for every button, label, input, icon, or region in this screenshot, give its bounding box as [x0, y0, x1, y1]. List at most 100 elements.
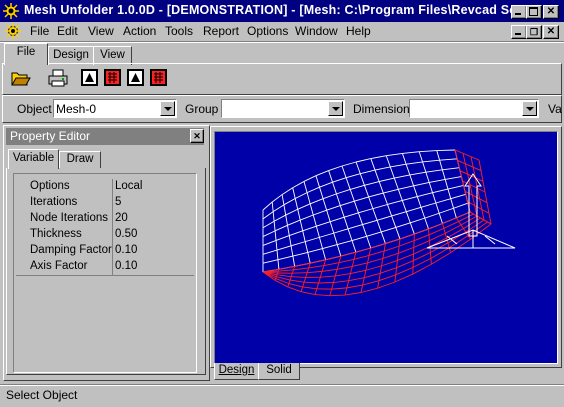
- menu-tools[interactable]: Tools: [165, 24, 193, 38]
- chevron-down-icon[interactable]: [522, 101, 537, 116]
- mesh-line: [351, 259, 355, 267]
- property-row[interactable]: Thickness 0.50: [16, 227, 194, 243]
- menu-window[interactable]: Window: [295, 24, 338, 38]
- mesh-line: [391, 211, 407, 217]
- menu-edit[interactable]: Edit: [57, 24, 78, 38]
- mesh-view-button-2[interactable]: [125, 68, 147, 89]
- mesh-line: [368, 196, 374, 209]
- property-name: Axis Factor: [30, 260, 88, 272]
- property-editor-header: Property Editor ✕: [6, 128, 204, 145]
- mesh-line: [386, 152, 403, 157]
- property-value[interactable]: 0.50: [115, 228, 137, 240]
- property-row[interactable]: Options Local: [16, 179, 194, 195]
- mesh-line: [319, 271, 323, 278]
- mesh-line: [454, 149, 480, 161]
- tab-bottom-solid[interactable]: Solid: [258, 363, 300, 380]
- mesh-line: [380, 267, 397, 274]
- mesh-line: [345, 173, 361, 179]
- mesh-line: [420, 202, 436, 208]
- mesh-line: [322, 268, 338, 272]
- print-button[interactable]: [47, 68, 69, 89]
- mesh-line: [275, 235, 290, 241]
- tab-draw[interactable]: Draw: [59, 151, 101, 168]
- red-mesh-button-2[interactable]: [148, 68, 170, 89]
- property-row[interactable]: Axis Factor 0.10: [16, 259, 194, 275]
- mesh-line: [262, 220, 275, 229]
- open-button[interactable]: [10, 68, 32, 89]
- mdi-minimize-button[interactable]: [511, 25, 527, 39]
- property-row[interactable]: Iterations 5: [16, 195, 194, 211]
- dimension-select[interactable]: [409, 99, 539, 118]
- maximize-button[interactable]: [526, 5, 542, 19]
- property-value[interactable]: 0.10: [115, 244, 137, 256]
- mesh-line: [294, 192, 308, 199]
- menu-options[interactable]: Options: [247, 24, 288, 38]
- mdi-restore-button[interactable]: ❐: [526, 25, 542, 39]
- property-editor-close-button[interactable]: ✕: [190, 129, 204, 143]
- close-icon: ✕: [546, 26, 556, 37]
- object-select[interactable]: Mesh-0: [53, 99, 177, 118]
- property-row[interactable]: Node Iterations 20: [16, 211, 194, 227]
- mesh-line: [448, 247, 452, 253]
- tab-file[interactable]: File: [4, 43, 48, 65]
- chevron-down-icon[interactable]: [160, 101, 175, 116]
- menu-action[interactable]: Action: [123, 24, 156, 38]
- mesh-line: [431, 252, 451, 265]
- mesh-line: [283, 198, 296, 206]
- mesh-line: [335, 273, 351, 277]
- property-value[interactable]: Local: [115, 180, 143, 192]
- mesh-line: [430, 247, 450, 259]
- menu-file[interactable]: File: [30, 24, 49, 38]
- mesh-line: [340, 200, 355, 206]
- document-icon[interactable]: [5, 23, 21, 39]
- property-row[interactable]: Damping Factor 0.10: [16, 243, 194, 259]
- title-bar[interactable]: Mesh Unfolder 1.0.0D - [DEMONSTRATION] -…: [0, 0, 564, 22]
- mesh-line: [414, 228, 429, 235]
- mesh-line: [384, 245, 400, 252]
- mesh-line: [360, 284, 364, 293]
- mesh-line: [318, 237, 323, 249]
- mesh-line: [333, 232, 338, 245]
- mesh-line: [290, 245, 294, 257]
- menu-view[interactable]: View: [88, 24, 114, 38]
- chevron-down-icon[interactable]: [328, 101, 343, 116]
- mesh-line: [362, 280, 380, 286]
- mesh-line: [294, 198, 299, 210]
- mesh-line: [276, 274, 292, 278]
- close-icon: ✕: [546, 6, 556, 17]
- mesh-line: [436, 150, 441, 161]
- menu-help[interactable]: Help: [346, 24, 371, 38]
- mesh-line: [447, 184, 464, 190]
- mesh-line: [410, 217, 425, 224]
- group-select[interactable]: [221, 99, 345, 118]
- mesh-line: [341, 165, 347, 178]
- mesh-line: [262, 201, 273, 211]
- property-value[interactable]: 5: [115, 196, 121, 208]
- mesh-line: [442, 217, 457, 224]
- mesh-line: [288, 235, 292, 246]
- mesh-viewport[interactable]: [214, 131, 558, 364]
- minimize-button[interactable]: [511, 5, 527, 19]
- mesh-line: [370, 158, 376, 171]
- app-icon[interactable]: [3, 3, 19, 19]
- mesh-line: [374, 166, 391, 171]
- mesh-canvas[interactable]: [215, 132, 557, 363]
- property-value[interactable]: 20: [115, 212, 128, 224]
- mesh-line: [262, 259, 279, 264]
- mdi-close-button[interactable]: ✕: [543, 25, 559, 39]
- property-value[interactable]: 0.10: [115, 260, 137, 272]
- mesh-line: [444, 233, 447, 239]
- close-button[interactable]: ✕: [543, 5, 559, 19]
- mesh-line: [300, 291, 316, 296]
- mesh-line: [364, 185, 370, 198]
- mesh-line: [355, 161, 361, 174]
- red-mesh-button-1[interactable]: [102, 68, 124, 89]
- mesh-line: [354, 196, 369, 202]
- menu-report[interactable]: Report: [203, 24, 239, 38]
- mesh-view-button-1[interactable]: [79, 68, 101, 89]
- mesh-line: [292, 251, 308, 257]
- mesh-line: [365, 262, 368, 271]
- tab-variable[interactable]: Variable: [8, 149, 59, 169]
- tab-bottom-design[interactable]: Design: [214, 363, 259, 380]
- mesh-line: [406, 206, 422, 213]
